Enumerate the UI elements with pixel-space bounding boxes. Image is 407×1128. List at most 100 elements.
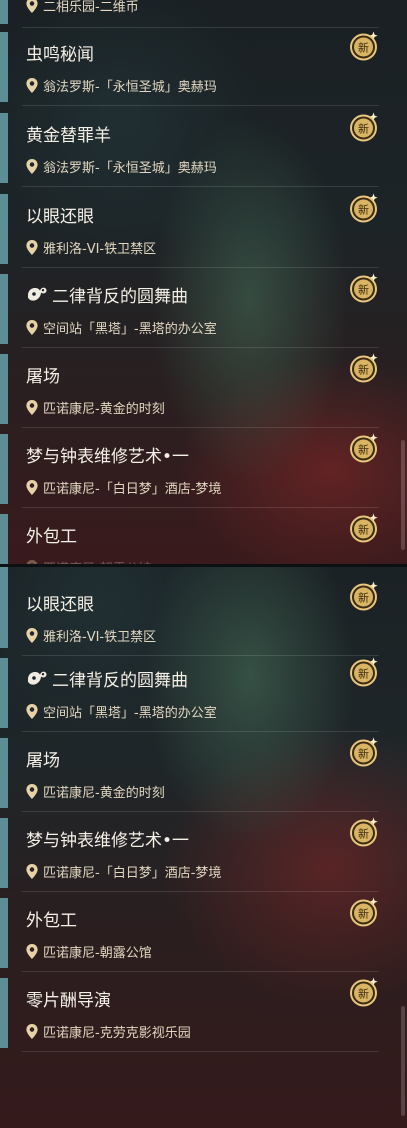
quest-list-bottom: 以眼还眼 雅利洛-VI-铁卫禁区 新 二律背反的圆舞曲 空间站「黑塔」-黑塔的办… xyxy=(0,566,407,1128)
item-divider xyxy=(22,186,379,187)
item-accent-bar xyxy=(0,194,8,264)
item-accent-bar xyxy=(0,818,8,888)
item-accent-bar xyxy=(0,978,8,1048)
location-pin-icon xyxy=(26,628,38,643)
new-badge-icon: 新 xyxy=(349,30,381,62)
quest-item[interactable]: 梦与钟表维修艺术•一 匹诺康尼-「白日梦」酒店-梦境 新 xyxy=(0,814,407,892)
location-pin-icon xyxy=(26,400,38,415)
quest-title: 梦与钟表维修艺术•一 xyxy=(26,447,190,467)
item-divider xyxy=(22,731,379,732)
item-divider xyxy=(22,105,379,106)
svg-text:新: 新 xyxy=(358,523,369,537)
quest-item[interactable]: 外包工 匹诺康尼-朝露公馆 新 xyxy=(0,510,407,566)
new-badge-icon: 新 xyxy=(349,111,381,143)
quest-item[interactable]: 黄金替罪羊 翁法罗斯-「永恒圣城」奥赫玛 新 xyxy=(0,109,407,187)
item-divider xyxy=(22,811,379,812)
quest-title: 屠场 xyxy=(26,751,60,771)
svg-text:新: 新 xyxy=(358,443,369,457)
location-pin-icon xyxy=(26,78,38,93)
svg-text:新: 新 xyxy=(358,827,369,841)
svg-text:新: 新 xyxy=(358,907,369,921)
quest-location: 空间站「黑塔」-黑塔的办公室 xyxy=(43,706,217,721)
quest-title: 二律背反的圆舞曲 xyxy=(52,287,188,307)
quest-location: 翁法罗斯-「永恒圣城」奥赫玛 xyxy=(43,161,217,176)
location-pin-icon xyxy=(26,704,38,719)
svg-text:新: 新 xyxy=(358,283,369,297)
quest-item[interactable]: 以眼还眼 雅利洛-VI-铁卫禁区 新 xyxy=(0,190,407,268)
new-badge-icon: 新 xyxy=(349,512,381,544)
quest-item[interactable]: 二律背反的圆舞曲 空间站「黑塔」-黑塔的办公室 新 xyxy=(0,654,407,732)
item-divider xyxy=(22,507,379,508)
item-accent-bar xyxy=(0,32,8,102)
quest-location: 匹诺康尼-黄金的时刻 xyxy=(43,402,165,417)
location-pin-icon xyxy=(26,1024,38,1039)
item-divider xyxy=(22,1051,379,1052)
item-divider xyxy=(22,891,379,892)
quest-title: 零片酬导演 xyxy=(26,991,111,1011)
item-divider xyxy=(22,427,379,428)
item-accent-bar xyxy=(0,354,8,424)
item-accent-bar xyxy=(0,113,8,183)
item-accent-bar xyxy=(0,898,8,968)
location-pin-icon xyxy=(26,480,38,495)
quest-location: 匹诺康尼-朝露公馆 xyxy=(43,946,152,961)
location-pin-icon xyxy=(26,944,38,959)
new-badge-icon: 新 xyxy=(349,976,381,1008)
quest-title: 虫鸣秘闻 xyxy=(26,45,94,65)
quest-title: 外包工 xyxy=(26,911,77,931)
boss-icon xyxy=(26,285,48,305)
quest-title: 二律背反的圆舞曲 xyxy=(52,671,188,691)
quest-title: 梦与钟表维修艺术•一 xyxy=(26,831,190,851)
new-badge-icon: 新 xyxy=(349,896,381,928)
new-badge-icon: 新 xyxy=(349,580,381,612)
quest-title: 外包工 xyxy=(26,527,77,547)
quest-title: 以眼还眼 xyxy=(26,207,94,227)
scrollbar[interactable] xyxy=(401,1006,405,1116)
item-accent-bar xyxy=(0,434,8,504)
item-accent-bar xyxy=(0,738,8,808)
panel-divider xyxy=(0,564,407,567)
quest-item[interactable]: 屠场 匹诺康尼-黄金的时刻 新 xyxy=(0,350,407,428)
location-pin-icon xyxy=(26,240,38,255)
location-pin-icon xyxy=(26,784,38,799)
new-badge-icon: 新 xyxy=(349,432,381,464)
location-pin-icon xyxy=(26,159,38,174)
quest-item[interactable]: 以眼还眼 雅利洛-VI-铁卫禁区 新 xyxy=(0,566,407,656)
item-accent-bar xyxy=(0,514,8,566)
new-badge-icon: 新 xyxy=(349,816,381,848)
svg-text:新: 新 xyxy=(358,122,369,136)
item-divider xyxy=(22,347,379,348)
quest-location: 雅利洛-VI-铁卫禁区 xyxy=(43,242,157,257)
quest-item[interactable]: 二律背反的圆舞曲 空间站「黑塔」-黑塔的办公室 新 xyxy=(0,270,407,348)
quest-list-top: 二相乐园-二维币 虫鸣秘闻 翁法罗斯-「永恒圣城」奥赫玛 新 黄金替罪羊 翁法罗… xyxy=(0,0,407,566)
scrollbar[interactable] xyxy=(401,440,405,550)
item-divider xyxy=(22,267,379,268)
location-pin-icon xyxy=(26,0,38,13)
quest-location: 匹诺康尼-克劳克影视乐园 xyxy=(43,1026,191,1041)
new-badge-icon: 新 xyxy=(349,192,381,224)
quest-item[interactable]: 外包工 匹诺康尼-朝露公馆 新 xyxy=(0,894,407,972)
quest-title: 黄金替罪羊 xyxy=(26,126,111,146)
new-badge-icon: 新 xyxy=(349,736,381,768)
quest-item[interactable]: 屠场 匹诺康尼-黄金的时刻 新 xyxy=(0,734,407,812)
location-pin-icon xyxy=(26,320,38,335)
svg-text:新: 新 xyxy=(358,203,369,217)
svg-text:新: 新 xyxy=(358,667,369,681)
item-accent-bar xyxy=(0,274,8,344)
quest-item[interactable]: 零片酬导演 匹诺康尼-克劳克影视乐园 新 xyxy=(0,974,407,1052)
boss-icon xyxy=(26,669,48,689)
svg-text:新: 新 xyxy=(358,987,369,1001)
quest-item[interactable]: 虫鸣秘闻 翁法罗斯-「永恒圣城」奥赫玛 新 xyxy=(0,28,407,106)
quest-location: 匹诺康尼-「白日梦」酒店-梦境 xyxy=(43,866,222,881)
item-accent-bar xyxy=(0,566,8,648)
svg-text:新: 新 xyxy=(358,747,369,761)
item-location: 二相乐园-二维币 xyxy=(43,0,139,15)
item-accent-bar xyxy=(0,0,8,24)
quest-title-row: 二律背反的圆舞曲 xyxy=(26,282,188,307)
quest-title: 以眼还眼 xyxy=(26,595,94,615)
quest-location: 雅利洛-VI-铁卫禁区 xyxy=(43,630,157,645)
list-item-partial[interactable]: 二相乐园-二维币 xyxy=(0,0,407,28)
svg-text:新: 新 xyxy=(358,41,369,55)
quest-item[interactable]: 梦与钟表维修艺术•一 匹诺康尼-「白日梦」酒店-梦境 新 xyxy=(0,430,407,508)
quest-location: 匹诺康尼-「白日梦」酒店-梦境 xyxy=(43,482,222,497)
